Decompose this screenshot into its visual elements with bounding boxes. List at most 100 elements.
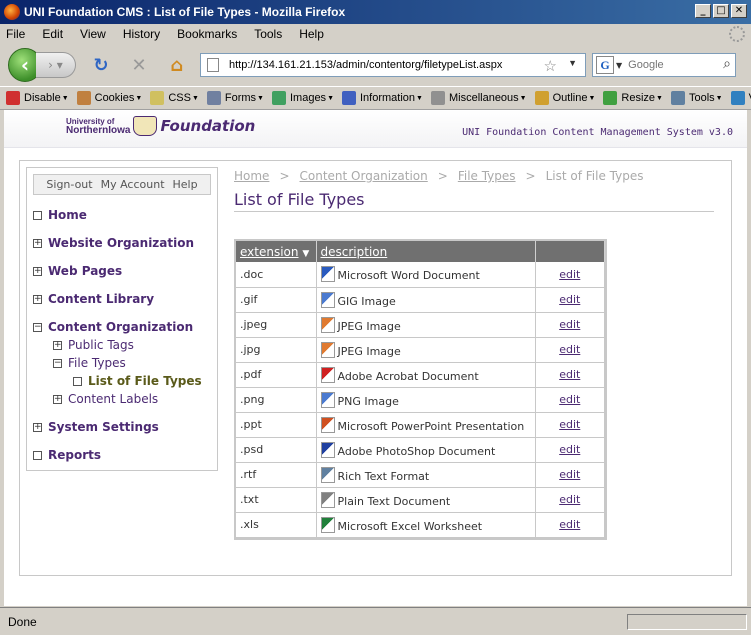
dropdown-arrow-icon: ▼ [327, 94, 334, 102]
extension-cell: .rtf [236, 462, 317, 488]
search-input[interactable] [628, 59, 709, 71]
menu-edit[interactable]: Edit [42, 27, 63, 41]
devbar-outline[interactable]: Outline ▼ [534, 91, 595, 105]
view-source-icon [730, 91, 745, 105]
table-row: .png PNG Image edit [236, 387, 605, 413]
edit-link[interactable]: edit [559, 443, 580, 456]
bullet-box-icon[interactable] [33, 210, 42, 220]
sidebar-item-home[interactable]: Home [33, 208, 87, 222]
uni-foundation-logo[interactable]: University of NorthernIowa Foundation [66, 116, 255, 136]
extension-sort-link[interactable]: extension [240, 245, 299, 259]
table-row: .gif GIG Image edit [236, 287, 605, 313]
window-title-bar: UNI Foundation CMS : List of File Types … [0, 0, 751, 24]
devbar-information[interactable]: Information ▼ [342, 91, 423, 105]
expand-icon[interactable]: + [53, 394, 62, 404]
url-bar[interactable]: http://134.161.21.153/admin/contentorg/f… [200, 53, 586, 77]
menu-help[interactable]: Help [299, 27, 324, 41]
url-dropdown-icon[interactable]: ▼ [568, 58, 577, 68]
breadcrumb-home[interactable]: Home [234, 169, 269, 183]
edit-link[interactable]: edit [559, 293, 580, 306]
devbar-resize[interactable]: Resize ▼ [603, 91, 663, 105]
devbar-label: Images [289, 92, 327, 104]
extension-cell: .ppt [236, 412, 317, 438]
expand-icon[interactable]: + [33, 238, 42, 248]
extension-cell: .jpeg [236, 312, 317, 338]
expand-icon[interactable]: + [33, 266, 42, 276]
sidebar-item-public-tags[interactable]: + Public Tags [53, 338, 134, 352]
action-cell: edit [535, 387, 605, 413]
minimize-button[interactable]: _ [695, 4, 711, 18]
table-row: .jpeg JPEG Image edit [236, 312, 605, 338]
sidebar-item-content-library[interactable]: + Content Library [33, 292, 154, 306]
menu-view[interactable]: View [80, 27, 106, 41]
outline-icon [534, 91, 549, 105]
description-cell: GIG Image [316, 287, 536, 313]
bullet-box-icon[interactable] [73, 376, 82, 386]
devbar-forms[interactable]: Forms ▼ [206, 91, 264, 105]
menu-history[interactable]: History [123, 27, 160, 41]
devbar-cookies[interactable]: Cookies ▼ [76, 91, 142, 105]
edit-link[interactable]: edit [559, 393, 580, 406]
column-description[interactable]: description [316, 241, 536, 262]
edit-link[interactable]: edit [559, 368, 580, 381]
my-account-link[interactable]: My Account [101, 178, 165, 191]
expand-icon[interactable]: + [33, 294, 42, 304]
edit-link[interactable]: edit [559, 343, 580, 356]
edit-link[interactable]: edit [559, 493, 580, 506]
edit-link[interactable]: edit [559, 518, 580, 531]
menu-tools[interactable]: Tools [254, 27, 282, 41]
edit-link[interactable]: edit [559, 418, 580, 431]
devbar-images[interactable]: Images ▼ [271, 91, 334, 105]
menu-file[interactable]: File [6, 27, 25, 41]
breadcrumb-content-organization[interactable]: Content Organization [300, 169, 428, 183]
home-icon[interactable]: ⌂ [164, 52, 190, 78]
expand-icon[interactable]: + [33, 422, 42, 432]
column-extension[interactable]: extension ▼ [236, 241, 317, 262]
edit-link[interactable]: edit [559, 268, 580, 281]
description-cell: JPEG Image [316, 337, 536, 363]
forward-button[interactable]: › ▾ [36, 52, 76, 78]
collapse-icon[interactable]: − [53, 358, 62, 368]
sidebar-item-web-pages[interactable]: + Web Pages [33, 264, 122, 278]
sidebar-item-system-settings[interactable]: + System Settings [33, 420, 159, 434]
devbar-disable[interactable]: Disable ▼ [6, 91, 69, 105]
bookmark-star-icon[interactable]: ☆ [544, 57, 557, 75]
table-row: .ppt Microsoft PowerPoint Presentation edi… [236, 412, 605, 438]
signout-link[interactable]: Sign-out [46, 178, 92, 191]
information-icon [342, 91, 356, 105]
search-icon[interactable]: ⌕ [723, 56, 731, 72]
sidebar-item-list-of-file-types[interactable]: List of File Types [73, 374, 202, 388]
sidebar-item-reports[interactable]: Reports [33, 448, 101, 462]
bullet-box-icon[interactable] [33, 450, 42, 460]
action-cell: edit [535, 312, 605, 338]
help-link[interactable]: Help [173, 178, 198, 191]
devbar-label: CSS [168, 92, 191, 104]
sidebar-item-website-organization[interactable]: + Website Organization [33, 236, 194, 250]
devbar-tools[interactable]: Tools ▼ [670, 91, 723, 105]
firefox-icon [4, 4, 20, 20]
sidebar-item-file-types[interactable]: − File Types [53, 356, 126, 370]
close-window-button[interactable]: ✕ [731, 4, 747, 18]
action-cell: edit [535, 337, 605, 363]
maximize-button[interactable]: □ [713, 4, 729, 18]
google-engine-icon[interactable]: G [596, 56, 614, 74]
devbar-vie[interactable]: Vie [730, 91, 751, 105]
reload-icon[interactable]: ↻ [88, 52, 114, 78]
description-sort-link[interactable]: description [321, 245, 388, 259]
miscellaneous-icon [430, 91, 445, 105]
menu-bookmarks[interactable]: Bookmarks [177, 27, 237, 41]
breadcrumb: Home > Content Organization > File Types… [234, 169, 644, 183]
description-cell: Microsoft PowerPoint Presentation [316, 412, 536, 438]
collapse-icon[interactable]: − [33, 322, 42, 332]
devbar-miscellaneous[interactable]: Miscellaneous ▼ [430, 91, 527, 105]
sidebar-item-content-organization[interactable]: − Content Organization [33, 320, 193, 334]
description-text: Adobe Acrobat Document [337, 369, 479, 383]
edit-link[interactable]: edit [559, 318, 580, 331]
stop-icon[interactable]: ✕ [126, 52, 152, 78]
edit-link[interactable]: edit [559, 468, 580, 481]
expand-icon[interactable]: + [53, 340, 62, 350]
engine-dropdown-icon[interactable]: ▼ [616, 61, 622, 70]
devbar-css[interactable]: CSS ▼ [150, 91, 199, 105]
sidebar-item-content-labels[interactable]: + Content Labels [53, 392, 158, 406]
breadcrumb-file-types[interactable]: File Types [458, 169, 516, 183]
